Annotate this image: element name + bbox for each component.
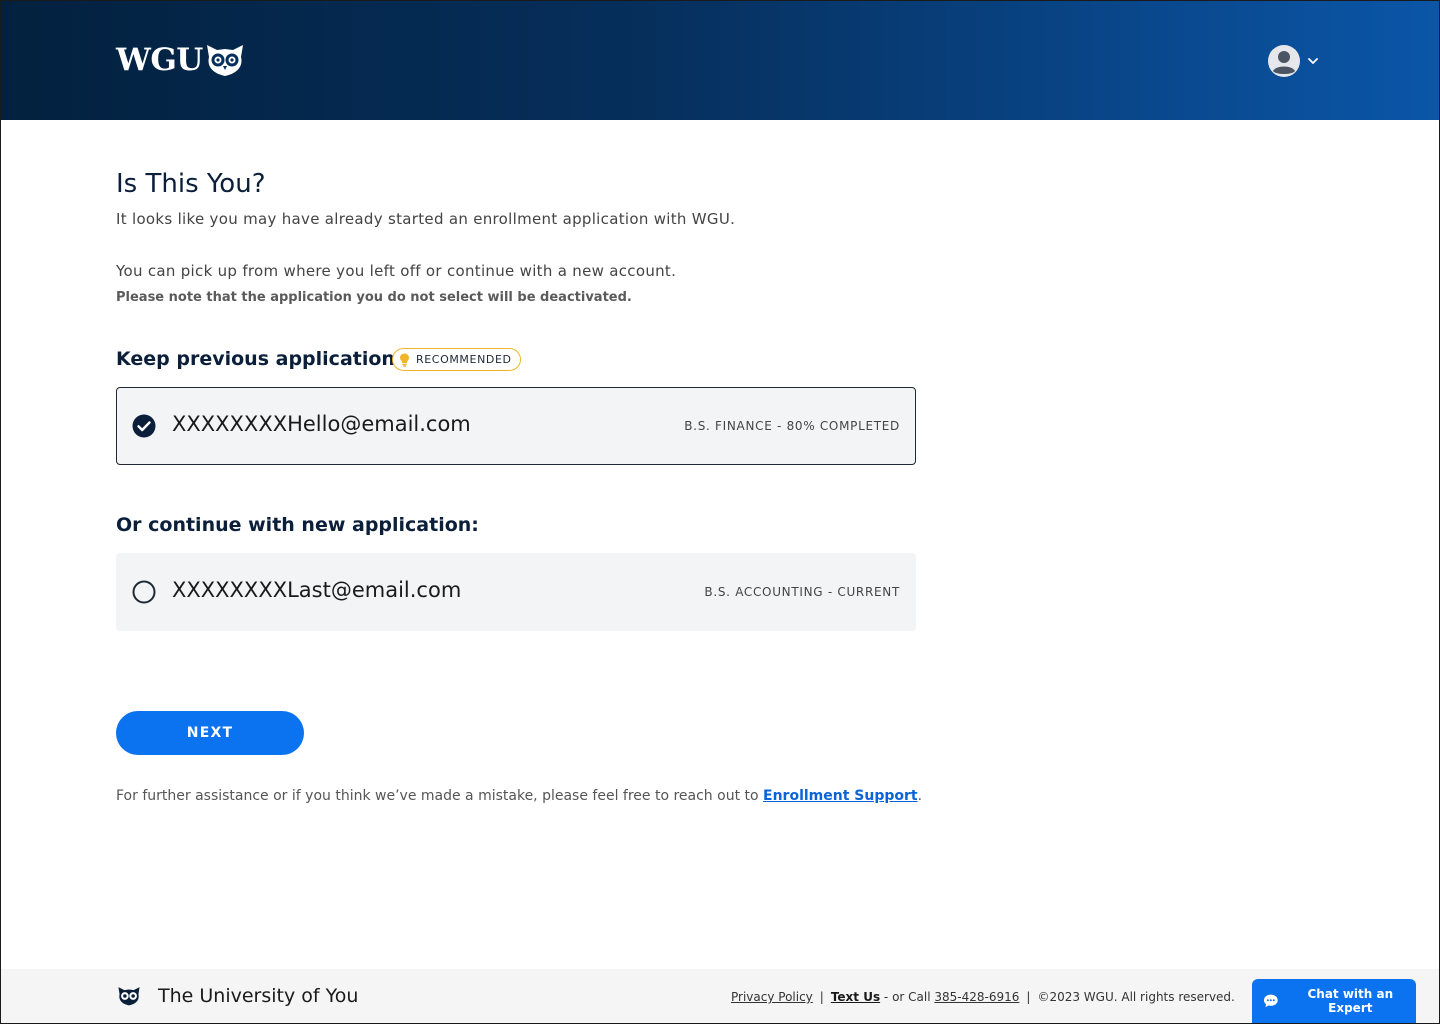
chat-label: Chat with an Expert [1307,987,1394,1015]
chevron-down-icon [1308,58,1318,64]
page: WGU Is This You? It looks like you may h… [0,0,1440,1024]
assistance-end: . [917,788,923,804]
user-menu[interactable] [1267,44,1319,78]
chat-with-expert-button[interactable]: Chat with an Expert [1252,979,1416,1023]
owl-icon [206,45,243,76]
deactivation-note: Please note that the application you do … [116,290,632,305]
check-circle-icon [132,414,156,438]
wgu-logo[interactable]: WGU [116,43,245,77]
call-prefix: - or Call [880,990,935,1004]
copyright-text: ©2023 WGU. All rights reserved. [1037,990,1235,1004]
recommended-badge: RECOMMENDED [392,348,521,371]
privacy-policy-link[interactable]: Privacy Policy [731,990,813,1004]
intro-text-1: It looks like you may have already start… [116,210,736,228]
footer-links: Privacy Policy | Text Us - or Call 385-4… [731,990,1235,1004]
footer-brand: The University of You [116,985,358,1007]
assistance-body: For further assistance or if you think w… [116,788,764,804]
option-program: B.S. ACCOUNTING - CURRENT [704,585,900,599]
lightbulb-icon [400,353,409,367]
text-us-link[interactable]: Text Us [831,990,880,1004]
intro-text-2: You can pick up from where you left off … [116,262,677,280]
option-previous-application[interactable]: XXXXXXXXHello@email.com B.S. FINANCE - 8… [116,387,916,465]
owl-icon [118,987,140,1006]
user-avatar-icon [1268,45,1300,77]
keep-previous-heading: Keep previous application: [116,348,403,370]
option-email: XXXXXXXXLast@email.com [172,578,462,602]
logo-text: WGU [116,42,203,78]
next-button[interactable]: NEXT [116,711,304,755]
radio-empty-icon [132,580,156,604]
option-program: B.S. FINANCE - 80% COMPLETED [684,419,900,433]
page-title: Is This You? [116,169,266,199]
footer-tagline: The University of You [158,985,359,1007]
option-email: XXXXXXXXHello@email.com [172,412,471,436]
footer-separator: | [1026,990,1031,1004]
phone-link[interactable]: 385-428-6916 [934,990,1019,1004]
top-header: WGU [1,1,1439,120]
footer-separator: | [819,990,824,1004]
new-application-heading: Or continue with new application: [116,514,479,536]
enrollment-support-link[interactable]: Enrollment Support [763,788,918,804]
chat-bubble-icon [1263,994,1278,1008]
footer: The University of You Privacy Policy | T… [1,969,1439,1023]
assistance-text: For further assistance or if you think w… [116,788,922,804]
badge-label: RECOMMENDED [416,353,512,366]
option-new-application[interactable]: XXXXXXXXLast@email.com B.S. ACCOUNTING -… [116,553,916,631]
